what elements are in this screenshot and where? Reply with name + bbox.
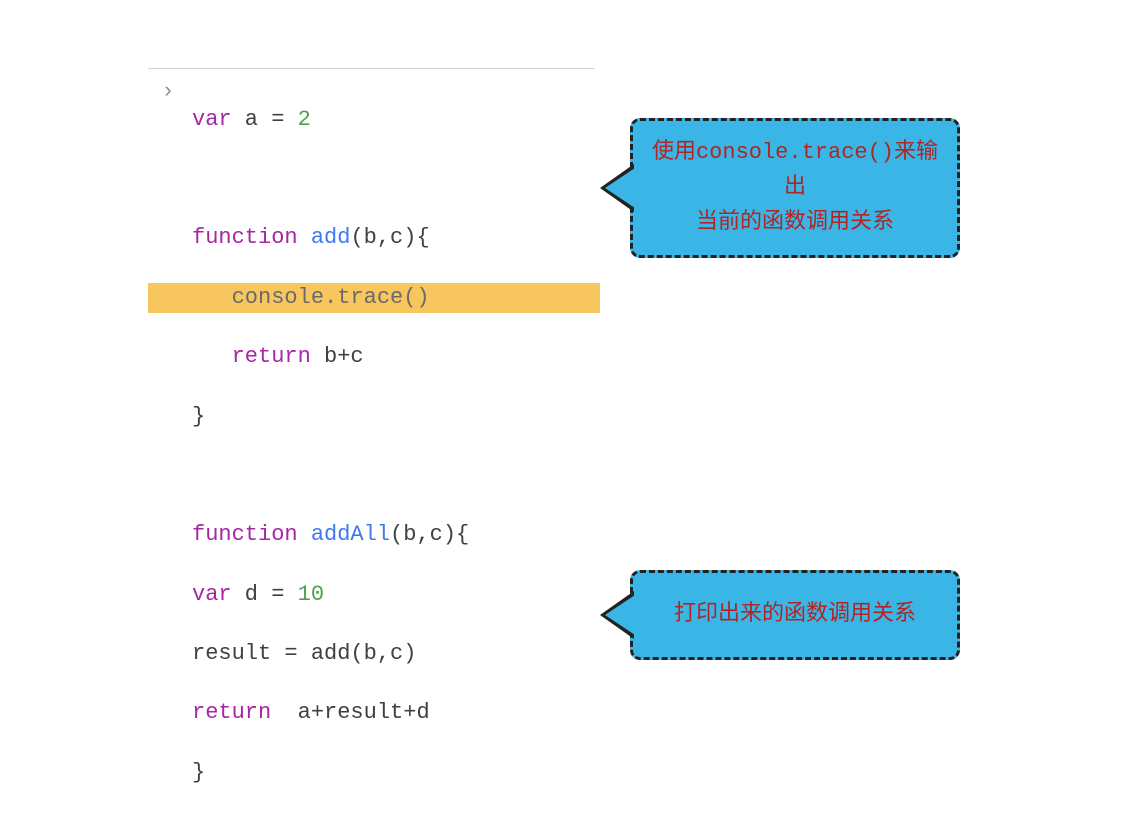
callout-arrow-icon [605,168,635,208]
brace-close: } [192,760,205,785]
callout-arrow-icon [605,595,635,635]
callout-text-line: 使用console.trace()来输出 [651,135,939,205]
code-text: b+c [311,344,364,369]
fn-sig: (b,c){ [390,522,469,547]
num-literal: 2 [298,107,311,132]
input-prompt-icon [148,75,188,107]
fn-sig: (b,c){ [350,225,429,250]
kw-var: var [192,107,232,132]
annotation-callout-trace-explain: 使用console.trace()来输出 当前的函数调用关系 [630,118,960,258]
num-literal: 10 [298,582,324,607]
code-text: result = add(b,c) [192,641,416,666]
code-text: a = [232,107,298,132]
kw-var: var [192,582,232,607]
devtools-console: var a = 2 function add(b,c){ console.tra… [148,68,594,832]
callout-text-line: 当前的函数调用关系 [651,205,939,240]
kw-function: function [192,522,298,547]
fn-name: addAll [298,522,390,547]
callout-text-line: 打印出来的函数调用关系 [674,597,916,632]
brace-close: } [192,404,205,429]
kw-function: function [192,225,298,250]
trace-call: console.trace() [192,285,430,310]
fn-name: add [298,225,351,250]
code-text: a+result+d [271,700,429,725]
console-input-row: var a = 2 function add(b,c){ console.tra… [148,68,594,832]
highlighted-trace-line: console.trace() [148,283,600,313]
stage: var a = 2 function add(b,c){ console.tra… [0,0,1142,832]
kw-return: return [192,700,271,725]
code-text: d = [232,582,298,607]
kw-return: return [192,344,311,369]
annotation-callout-trace-output: 打印出来的函数调用关系 [630,570,960,660]
code-block[interactable]: var a = 2 function add(b,c){ console.tra… [188,75,594,832]
